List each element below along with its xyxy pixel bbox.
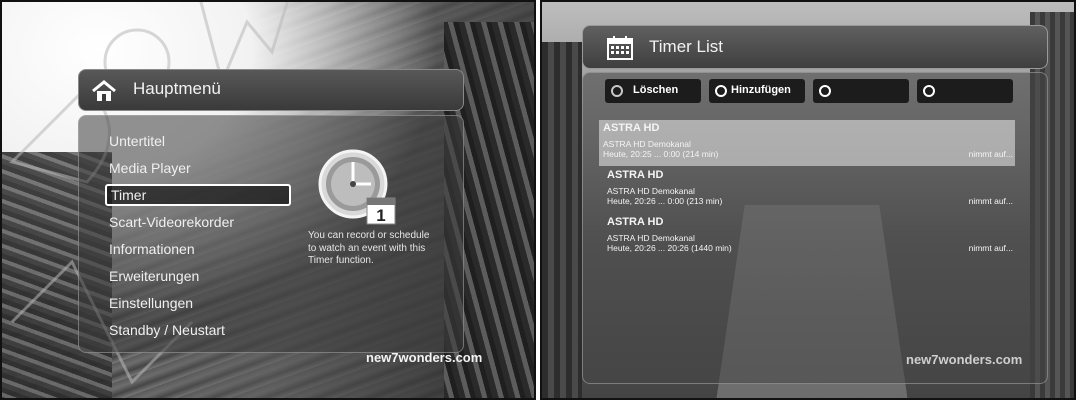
- menu-item-standby-neustart[interactable]: Standby / Neustart: [105, 319, 285, 341]
- add-button[interactable]: Hinzufügen: [709, 79, 805, 103]
- calendar-day: 1: [376, 206, 385, 225]
- menu-item-einstellungen[interactable]: Einstellungen: [105, 292, 285, 314]
- help-text: You can record or schedule to watch an e…: [308, 230, 430, 266]
- main-menu-title: Hauptmenü: [133, 79, 221, 98]
- yellow-key-icon: [819, 85, 831, 97]
- menu-item-scart-videorekorder[interactable]: Scart-Videorekorder: [105, 211, 285, 233]
- main-menu-panel: Untertitel Media Player Timer Scart-Vide…: [78, 115, 464, 353]
- background-trees-left: [542, 42, 582, 398]
- delete-button[interactable]: Löschen: [605, 79, 701, 103]
- timer-row[interactable]: ASTRA HD ASTRA HD Demokanal Heute, 20:25…: [599, 120, 1015, 166]
- blue-key-icon: [923, 85, 935, 97]
- home-icon: [92, 80, 116, 101]
- timer-status: nimmt auf...: [968, 243, 1013, 253]
- timer-row[interactable]: ASTRA HD ASTRA HD Demokanal Heute, 20:26…: [603, 167, 1015, 213]
- yellow-button[interactable]: [813, 79, 909, 103]
- timer-status: nimmt auf...: [968, 149, 1013, 159]
- timer-list-panel: Löschen Hinzufügen ASTRA HD ASTRA HD Dem…: [582, 72, 1048, 384]
- brand-watermark: new7wonders.com: [906, 352, 1023, 367]
- timer-list-screen: Timer List Löschen Hinzufügen ASTRA HD A…: [540, 0, 1076, 400]
- blue-button[interactable]: [917, 79, 1013, 103]
- timer-row[interactable]: ASTRA HD ASTRA HD Demokanal Heute, 20:26…: [603, 214, 1015, 260]
- timer-clock-icon: 1: [318, 149, 396, 225]
- timer-list-title: Timer List: [649, 37, 723, 56]
- timer-list-header: Timer List: [582, 25, 1048, 69]
- calendar-icon: [607, 36, 633, 60]
- main-menu-header: Hauptmenü: [78, 69, 464, 111]
- green-key-icon: [715, 85, 727, 97]
- menu-item-erweiterungen[interactable]: Erweiterungen: [105, 265, 285, 287]
- menu-item-timer[interactable]: Timer: [105, 184, 291, 206]
- menu-item-informationen[interactable]: Informationen: [105, 238, 285, 260]
- red-key-icon: [611, 85, 623, 97]
- timer-status: nimmt auf...: [968, 196, 1013, 206]
- main-menu-screen: Hauptmenü Untertitel Media Player Timer …: [0, 0, 536, 400]
- brand-watermark: new7wonders.com: [366, 350, 483, 365]
- menu-item-media-player[interactable]: Media Player: [105, 157, 285, 179]
- menu-item-untertitel[interactable]: Untertitel: [105, 130, 285, 152]
